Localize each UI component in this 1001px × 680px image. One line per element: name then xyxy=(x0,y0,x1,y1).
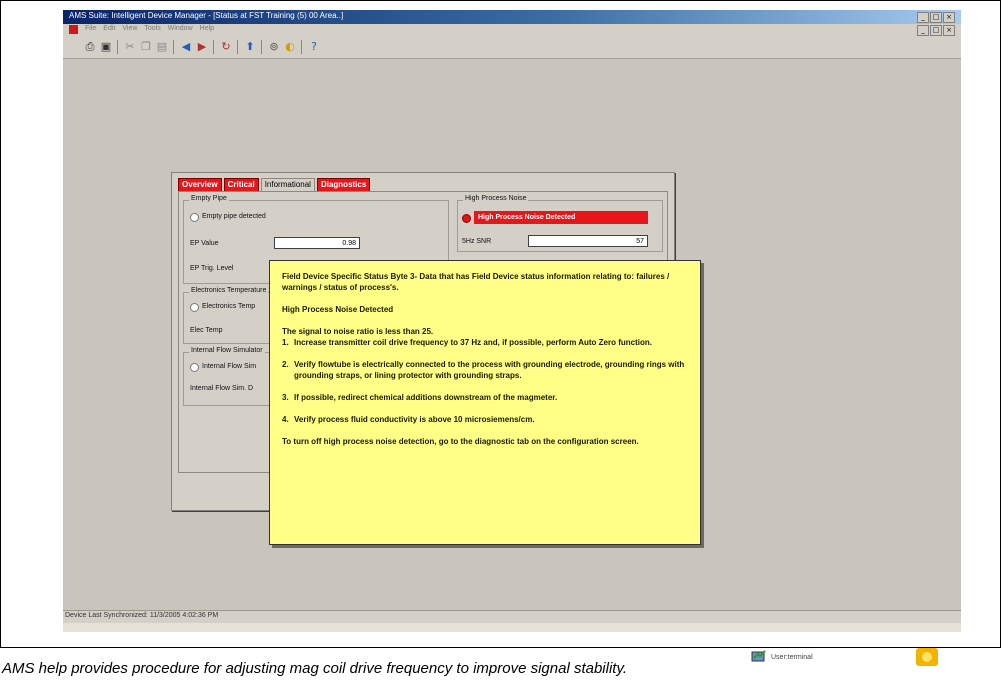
menu-edit[interactable]: Edit xyxy=(103,25,115,32)
internal-flow-indicator xyxy=(190,363,199,372)
up-level-icon[interactable]: ⬆ xyxy=(243,40,257,54)
child-minimize-icon[interactable]: _ xyxy=(917,25,929,36)
tab-diagnostics[interactable]: Diagnostics xyxy=(316,178,371,192)
figure-caption: AMS help provides procedure for adjustin… xyxy=(2,660,628,677)
maximize-icon[interactable]: □ xyxy=(930,12,942,23)
print-icon[interactable]: ⎙ xyxy=(83,40,97,54)
tooltip-lead: The signal to noise ratio is less than 2… xyxy=(282,327,434,336)
copy-icon[interactable]: ❐ xyxy=(139,40,153,54)
menu-tools[interactable]: Tools xyxy=(144,25,160,32)
ep-trig-level-label: EP Trig. Level xyxy=(190,265,234,272)
empty-pipe-title: Empty Pipe xyxy=(189,195,229,202)
back-icon[interactable]: ◀ xyxy=(179,40,193,54)
refresh-icon[interactable]: ↻ xyxy=(219,40,233,54)
user-icon[interactable] xyxy=(751,649,767,663)
high-process-noise-indicator xyxy=(462,214,471,223)
toolbar: ⎙ ▣ ✂ ❐ ▤ ◀ ▶ ↻ ⬆ ⊚ ◐ ? xyxy=(63,36,961,59)
internal-flow-title: Internal Flow Simulator xyxy=(189,347,265,354)
tooltip-step: 4. Verify process fluid conductivity is … xyxy=(282,415,535,424)
tab-strip: Overview Critical Informational Diagnost… xyxy=(178,178,371,192)
tooltip-step-text: Increase transmitter coil drive frequenc… xyxy=(294,338,652,347)
internal-flow-value-label: Internal Flow Sim. D xyxy=(190,385,254,392)
high-process-noise-group: High Process Noise High Process Noise De… xyxy=(457,195,663,252)
menu-view[interactable]: View xyxy=(122,25,137,32)
menu-bar: File Edit View Tools Window Help _ □ × xyxy=(63,24,961,36)
title-bar: AMS Suite: Intelligent Device Manager - … xyxy=(63,10,961,24)
tooltip-step-text: If possible, redirect chemical additions… xyxy=(294,393,558,402)
status-bar: Device Last Synchronized: 11/3/2005 4:02… xyxy=(63,610,961,623)
ep-value-label: EP Value xyxy=(190,240,219,247)
toolbar-separator xyxy=(237,40,238,54)
forward-icon[interactable]: ▶ xyxy=(195,40,209,54)
high-process-noise-title: High Process Noise xyxy=(463,195,529,202)
paste-icon[interactable]: ▤ xyxy=(155,40,169,54)
electronics-temp-indicator xyxy=(190,303,199,312)
device-icon[interactable]: ◐ xyxy=(283,40,297,54)
electronics-temp-title: Electronics Temperature xyxy=(189,287,269,294)
help-tooltip: Field Device Specific Status Byte 3- Dat… xyxy=(269,260,701,545)
high-process-noise-alarm: High Process Noise Detected xyxy=(474,211,648,224)
electronics-temp-label: Electronics Temp xyxy=(202,303,256,310)
tab-overview[interactable]: Overview xyxy=(178,178,222,192)
minimize-icon[interactable]: _ xyxy=(917,12,929,23)
tooltip-step-text: Verify process fluid conductivity is abo… xyxy=(294,415,535,424)
menu-file[interactable]: File xyxy=(85,25,96,32)
menu-items: File Edit View Tools Window Help xyxy=(85,25,214,32)
tooltip-step-text: Verify flowtube is electrically connecte… xyxy=(294,360,685,380)
snr-label: 5Hz SNR xyxy=(462,238,492,245)
menu-help[interactable]: Help xyxy=(200,25,214,32)
tooltip-step: 3. If possible, redirect chemical additi… xyxy=(282,393,558,402)
preview-icon[interactable]: ▣ xyxy=(99,40,113,54)
tab-critical[interactable]: Critical xyxy=(223,178,259,192)
ep-value-field: 0.98 xyxy=(274,237,360,249)
toolbar-separator xyxy=(173,40,174,54)
user-label: User:terminal xyxy=(771,654,813,661)
toolbar-separator xyxy=(117,40,118,54)
window-title: AMS Suite: Intelligent Device Manager - … xyxy=(69,11,344,20)
child-maximize-icon[interactable]: □ xyxy=(930,25,942,36)
internal-flow-label: Internal Flow Sim xyxy=(202,363,257,370)
app-icon[interactable] xyxy=(69,25,78,34)
tooltip-heading: High Process Noise Detected xyxy=(282,305,394,314)
tooltip-step: 1. Increase transmitter coil drive frequ… xyxy=(282,338,652,347)
taskbar-strip xyxy=(63,623,961,632)
help-icon[interactable]: ? xyxy=(307,40,321,54)
cut-icon[interactable]: ✂ xyxy=(123,40,137,54)
binoculars-icon[interactable]: ⊚ xyxy=(267,40,281,54)
close-icon[interactable]: × xyxy=(943,12,955,23)
snr-field: 57 xyxy=(528,235,648,247)
elec-temp-label: Elec Temp xyxy=(190,327,223,334)
toolbar-separator xyxy=(213,40,214,54)
child-window-controls: _ □ × xyxy=(917,25,955,36)
empty-pipe-label: Empty pipe detected xyxy=(202,213,266,220)
tooltip-footer: To turn off high process noise detection… xyxy=(282,437,639,446)
menu-window[interactable]: Window xyxy=(168,25,193,32)
status-light-icon[interactable] xyxy=(916,648,938,666)
window-controls: _ □ × xyxy=(917,12,955,23)
tooltip-intro: Field Device Specific Status Byte 3- Dat… xyxy=(282,272,670,292)
child-close-icon[interactable]: × xyxy=(943,25,955,36)
figure-frame: AMS Suite: Intelligent Device Manager - … xyxy=(0,0,1001,666)
toolbar-separator xyxy=(301,40,302,54)
tooltip-step: 2. Verify flowtube is electrically conne… xyxy=(282,359,688,381)
toolbar-separator xyxy=(261,40,262,54)
status-text: Device Last Synchronized: 11/3/2005 4:02… xyxy=(65,612,219,619)
tab-informational[interactable]: Informational xyxy=(260,178,315,192)
empty-pipe-indicator xyxy=(190,213,199,222)
